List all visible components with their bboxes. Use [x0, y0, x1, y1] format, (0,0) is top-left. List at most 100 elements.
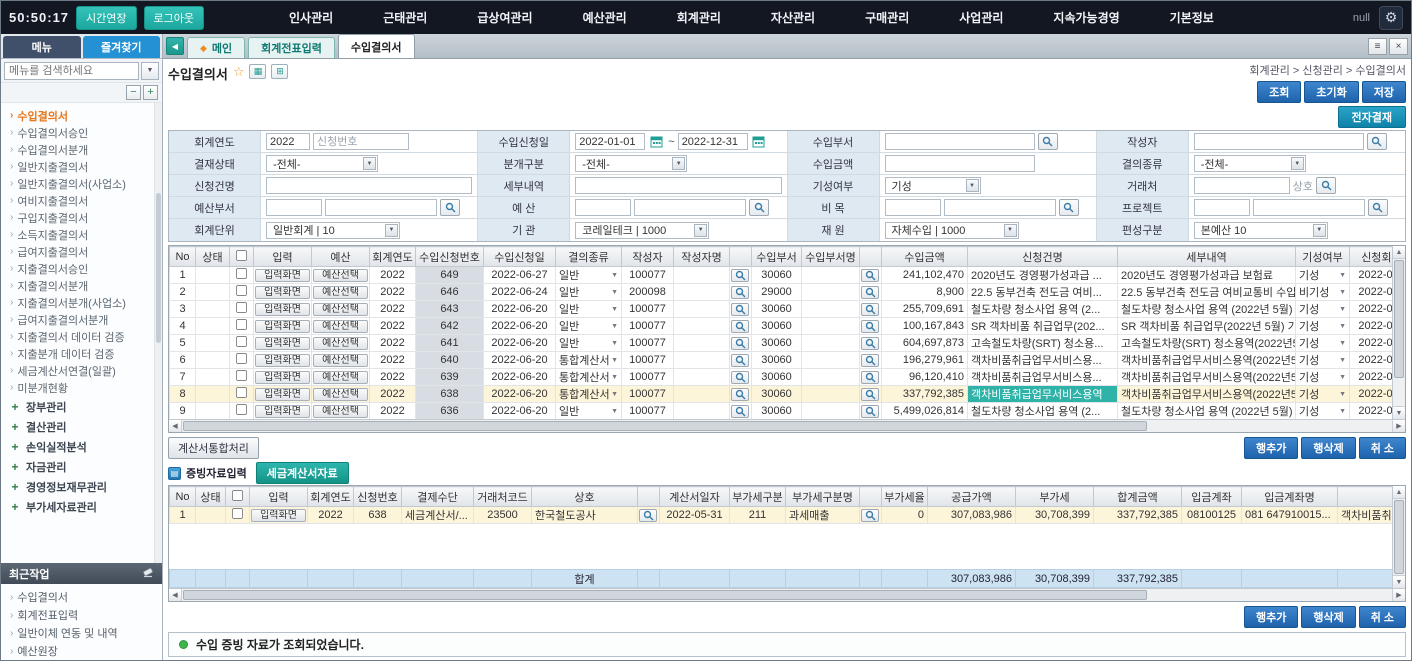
cell-select[interactable]: 일반▼: [559, 267, 618, 283]
header-checkbox[interactable]: [236, 249, 247, 260]
sidebar-item[interactable]: ›구입지출결의서: [10, 209, 152, 226]
calendar-icon[interactable]: [750, 133, 768, 150]
scrollbar-thumb[interactable]: [156, 193, 161, 343]
filter-input[interactable]: [634, 199, 746, 216]
sidebar-group[interactable]: +자금관리: [10, 457, 152, 476]
header-checkbox[interactable]: [232, 489, 243, 500]
filter-input[interactable]: [266, 133, 310, 150]
filter-select[interactable]: 기성▼: [885, 177, 981, 194]
scroll-left-icon[interactable]: ◀: [169, 589, 182, 601]
search-icon[interactable]: [1316, 177, 1336, 194]
cell-select[interactable]: 일반▼: [559, 318, 618, 334]
scrollbar-thumb[interactable]: [183, 421, 1147, 431]
grid2-hscrollbar[interactable]: ◀ ▶: [169, 588, 1405, 601]
collapse-all-button[interactable]: −: [126, 85, 141, 100]
search-icon[interactable]: [1059, 199, 1079, 216]
invoice-merge-button[interactable]: 계산서통합처리: [168, 437, 259, 459]
filter-select[interactable]: 자체수입 | 1000▼: [885, 222, 1019, 239]
filter-select[interactable]: -전체-▼: [266, 155, 378, 172]
row-checkbox[interactable]: [236, 336, 247, 347]
row-checkbox[interactable]: [236, 353, 247, 364]
table-row[interactable]: 3입력화면예산선택20226432022-06-20일반▼10007730060…: [170, 301, 1393, 318]
input-button[interactable]: 입력화면: [255, 320, 310, 333]
sidebar-group[interactable]: +손익실적분석: [10, 437, 152, 456]
filter-select[interactable]: 코레일테크 | 1000▼: [575, 222, 709, 239]
recent-item[interactable]: ›회계전표입력: [10, 606, 156, 624]
topnav-item[interactable]: 회계관리: [675, 5, 723, 30]
search-icon[interactable]: [1367, 133, 1387, 150]
topnav-item[interactable]: 기본정보: [1168, 5, 1216, 30]
search-icon[interactable]: [861, 320, 879, 333]
search-icon[interactable]: [440, 199, 460, 216]
topnav-item[interactable]: 근태관리: [381, 5, 429, 30]
scroll-down-icon[interactable]: ▼: [1393, 575, 1405, 588]
filter-input[interactable]: [1194, 133, 1364, 150]
sidebar-item[interactable]: ›지출결의서분개(사업소): [10, 294, 152, 311]
budget-button[interactable]: 예산선택: [313, 286, 368, 299]
sidebar-item[interactable]: ›여비지출결의서: [10, 192, 152, 209]
table-row[interactable]: 1입력화면예산선택20226492022-06-27일반▼10007730060…: [170, 267, 1393, 284]
sidebar-item[interactable]: ›수입결의서승인: [10, 124, 152, 141]
cell-select[interactable]: 기성▼: [1299, 403, 1346, 419]
sidebar-item[interactable]: ›수입결의서: [10, 107, 152, 124]
expand-all-button[interactable]: +: [143, 85, 158, 100]
cell-select[interactable]: 일반▼: [559, 403, 618, 419]
grid2-vscrollbar[interactable]: ▲ ▼: [1392, 486, 1405, 588]
topnav-item[interactable]: 지속가능경영: [1051, 5, 1121, 30]
row-action-button[interactable]: 행삭제: [1301, 437, 1355, 459]
row-action-button[interactable]: 행추가: [1244, 437, 1298, 459]
row-action-button[interactable]: 행추가: [1244, 606, 1298, 628]
filter-select[interactable]: -전체-▼: [1194, 155, 1306, 172]
filter-input[interactable]: [266, 199, 322, 216]
tab-수입결의서[interactable]: 수입결의서: [338, 34, 415, 58]
search-icon[interactable]: [731, 388, 749, 401]
search-icon[interactable]: [749, 199, 769, 216]
filter-input[interactable]: [944, 199, 1056, 216]
sidebar-item[interactable]: ›급여지출결의서: [10, 243, 152, 260]
search-icon[interactable]: [731, 286, 749, 299]
cell-select[interactable]: 기성▼: [1299, 267, 1346, 283]
screen-icon[interactable]: ▦: [249, 64, 266, 79]
filter-input[interactable]: [885, 133, 1035, 150]
search-icon[interactable]: [861, 509, 879, 522]
search-icon[interactable]: [731, 371, 749, 384]
input-button[interactable]: 입력화면: [255, 269, 310, 282]
layout-icon[interactable]: ⊞: [271, 64, 288, 79]
search-icon[interactable]: [861, 388, 879, 401]
sidebar-item[interactable]: ›미분개현황: [10, 379, 152, 396]
budget-button[interactable]: 예산선택: [313, 388, 368, 401]
logout-button[interactable]: 로그아웃: [144, 6, 204, 30]
search-icon[interactable]: [731, 269, 749, 282]
table-row[interactable]: 2입력화면예산선택20226462022-06-24일반▼20009829000…: [170, 284, 1393, 301]
tab-메인[interactable]: ◆메인: [187, 37, 245, 58]
cell-select[interactable]: 통합계산서▼: [559, 352, 618, 368]
table-row[interactable]: 4입력화면예산선택20226422022-06-20일반▼10007730060…: [170, 318, 1393, 335]
search-dropdown-button[interactable]: ▼: [141, 62, 159, 80]
budget-button[interactable]: 예산선택: [313, 320, 368, 333]
date-input[interactable]: [575, 133, 645, 150]
search-icon[interactable]: [1038, 133, 1058, 150]
table-row[interactable]: 5입력화면예산선택20226412022-06-20일반▼10007730060…: [170, 335, 1393, 352]
budget-button[interactable]: 예산선택: [313, 405, 368, 418]
search-icon[interactable]: [861, 354, 879, 367]
table-row[interactable]: 1입력화면2022638세금계산서/...23500한국철도공사2022-05-…: [170, 507, 1393, 524]
row-checkbox[interactable]: [236, 370, 247, 381]
budget-button[interactable]: 예산선택: [313, 371, 368, 384]
budget-button[interactable]: 예산선택: [313, 269, 368, 282]
recent-item[interactable]: ›수입결의서: [10, 588, 156, 606]
row-action-button[interactable]: 취 소: [1359, 606, 1406, 628]
row-checkbox[interactable]: [236, 387, 247, 398]
favorite-star-icon[interactable]: ☆: [233, 64, 245, 80]
budget-button[interactable]: 예산선택: [313, 303, 368, 316]
settings-button[interactable]: ⚙: [1379, 6, 1403, 30]
cell-select[interactable]: 기성▼: [1299, 352, 1346, 368]
input-button[interactable]: 입력화면: [255, 371, 310, 384]
sidebar-item[interactable]: ›급여지출결의서분개: [10, 311, 152, 328]
sidebar-group[interactable]: +결산관리: [10, 417, 152, 436]
menu-search-input[interactable]: [4, 62, 139, 80]
cell-select[interactable]: 통합계산서▼: [559, 369, 618, 385]
search-icon[interactable]: [861, 269, 879, 282]
cell-select[interactable]: 일반▼: [559, 284, 618, 300]
search-icon[interactable]: [731, 303, 749, 316]
row-checkbox[interactable]: [236, 404, 247, 415]
